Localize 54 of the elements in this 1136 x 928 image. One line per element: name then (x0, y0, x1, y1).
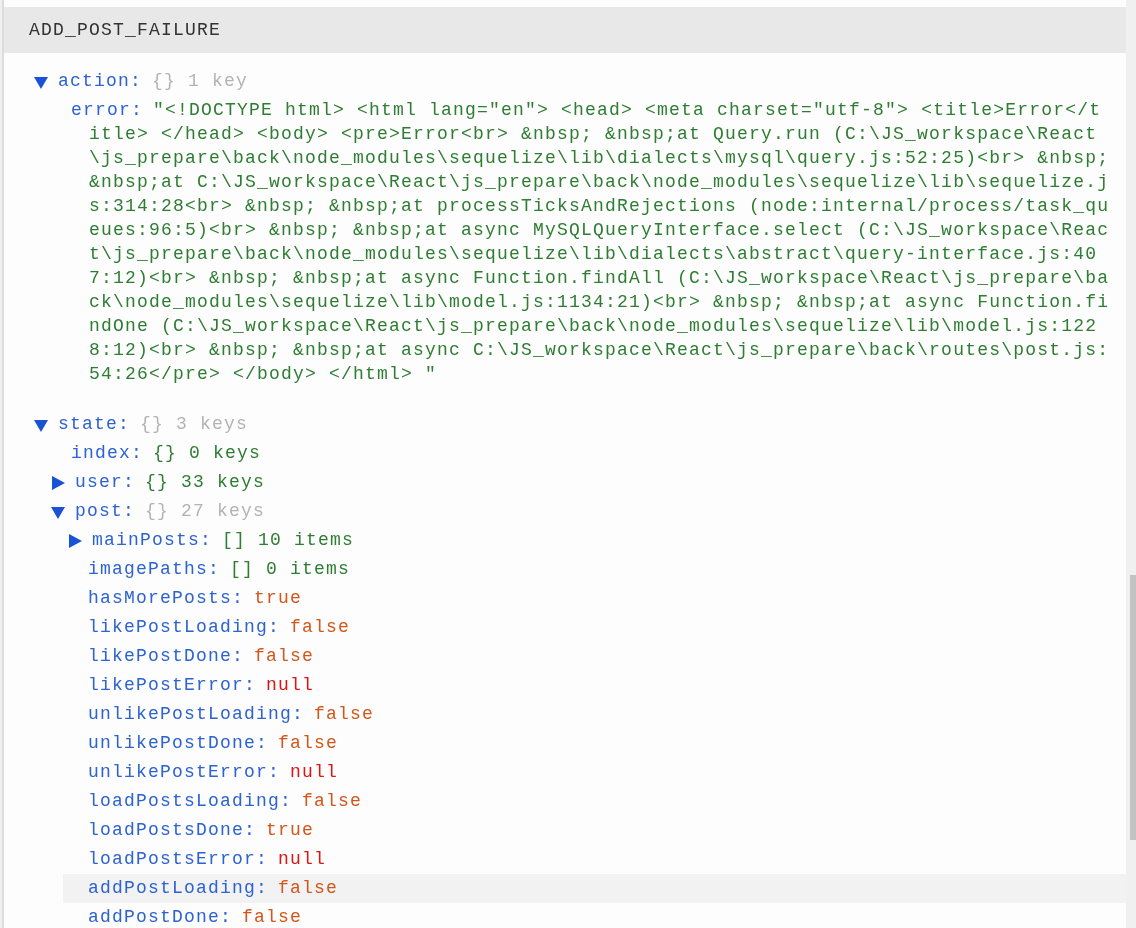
type-brackets: {} (153, 442, 178, 465)
boolean-value: false (278, 877, 339, 900)
collapse-arrow-icon[interactable] (34, 74, 48, 89)
boolean-value: false (254, 645, 315, 668)
key-label[interactable]: action: (58, 68, 142, 95)
count-label: 27 keys (181, 500, 266, 523)
key-label: hasMorePosts: (88, 587, 245, 610)
key-label: loadPostsLoading: (88, 790, 293, 813)
expand-arrow-icon[interactable] (68, 533, 82, 548)
null-value: null (290, 761, 339, 784)
boolean-value: false (302, 790, 363, 813)
key-label[interactable]: user: (75, 469, 135, 496)
boolean-value: false (290, 616, 351, 639)
key-label: unlikePostLoading: (88, 703, 305, 726)
key-label: loadPostsDone: (88, 819, 257, 842)
key-label[interactable]: mainPosts: (92, 527, 213, 554)
key-label[interactable]: post: (75, 498, 135, 525)
count-label: 0 keys (189, 442, 262, 465)
key-label[interactable]: state: (58, 411, 130, 438)
type-brackets: [] (230, 558, 255, 581)
key-label: addPostDone: (88, 906, 233, 928)
collapse-arrow-icon[interactable] (51, 504, 65, 519)
type-brackets: {} (152, 70, 177, 93)
count-label: 33 keys (181, 471, 266, 494)
key-label: loadPostsError: (88, 848, 269, 871)
count-label: 0 items (266, 558, 351, 581)
key-label: imagePaths: (88, 558, 221, 581)
highlighted-row[interactable]: addPostLoading: false (63, 874, 1126, 903)
string-entry: error: "<!DOCTYPE html> <html lang="en"> <head> <meta charset="utf-8"> <title>Error</title> </head> <body> <pre>Error<br> &nbsp; &nbsp;at Query.run (C:\JS_workspace\React\js_prepare\back\node_modules\sequelize\lib\dialects\mysql\query.js:52:25)<br> &nbsp; &nbsp;at C:\JS_workspace\React\js_prepare\back\node_modules\sequelize\lib\sequelize.js:314:28<br> &nbsp; &nbsp;at processTicksAndRejections (node:internal/process/task_queues:96:5)<br> &nbsp; &nbsp;at async MySQLQueryInterface.select (C:\JS_workspace\React\js_prepare\back\node_modules\sequelize\lib\dialects\abstract\query-interface.js:407:12)<br> &nbsp; &nbsp;at async Function.findAll (C:\JS_workspace\React\js_prepare\back\node_modules\sequelize\lib\model.js:1134:21)<br> &nbsp; &nbsp;at async Function.findOne (C:\JS_workspace\React\js_prepare\back\node_modules\sequelize\lib\model.js:1228:12)<br> &nbsp; &nbsp;at async C:\JS_workspace\React\js_prepare\back\routes\post.js:54:26</pre> </body> </html> " (71, 99, 1111, 386)
type-brackets: {} (145, 500, 170, 523)
key-label: likePostDone: (88, 645, 245, 668)
collapse-arrow-icon[interactable] (34, 417, 48, 432)
count-label: 3 keys (176, 413, 249, 436)
boolean-value: true (254, 587, 303, 610)
null-value: null (266, 674, 315, 697)
boolean-value: false (314, 703, 375, 726)
boolean-value: true (266, 819, 315, 842)
key-label: likePostLoading: (88, 616, 281, 639)
count-label: 1 key (188, 70, 249, 93)
boolean-value: false (242, 906, 303, 928)
key-label: addPostLoading: (88, 877, 269, 900)
null-value: null (278, 848, 327, 871)
scrollbar[interactable] (1130, 575, 1136, 840)
key-label: unlikePostError: (88, 761, 281, 784)
action-title: ADD_POST_FAILURE (29, 18, 222, 42)
key-label: likePostError: (88, 674, 257, 697)
count-label: 10 items (258, 529, 355, 552)
type-brackets: [] (222, 529, 247, 552)
expand-arrow-icon[interactable] (51, 475, 65, 490)
boolean-value: false (278, 732, 339, 755)
type-brackets: {} (140, 413, 165, 436)
key-label: unlikePostDone: (88, 732, 269, 755)
type-brackets: {} (145, 471, 170, 494)
key-label: index: (71, 442, 143, 465)
